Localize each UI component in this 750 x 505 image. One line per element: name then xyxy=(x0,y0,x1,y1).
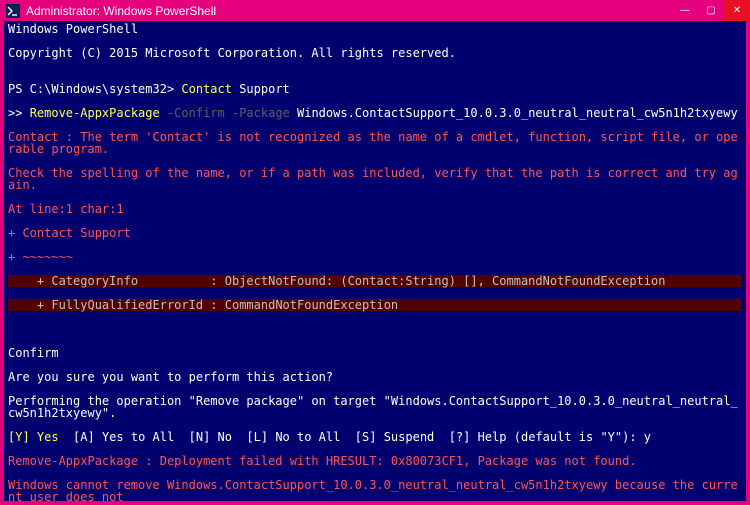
confirm-options: [Y] Yes [A] Yes to All [N] No [L] No to … xyxy=(8,431,742,443)
prompt-line: PS C:\Windows\system32> Contact Support xyxy=(8,83,742,95)
confirm-operation: Performing the operation "Remove package… xyxy=(8,395,742,419)
error-line: At line:1 char:1 xyxy=(8,203,742,215)
confirm-yes: Yes xyxy=(37,430,59,444)
confirm-header: Confirm xyxy=(8,347,742,359)
typed-flags: -Confirm -Package xyxy=(160,106,290,120)
error-line: + Contact Support xyxy=(8,227,742,239)
minimize-icon: — xyxy=(680,5,690,16)
confirm-question: Are you sure you want to perform this ac… xyxy=(8,371,742,383)
continuation-line: >> Remove-AppxPackage -Confirm -Package … xyxy=(8,107,742,119)
error-line: + ~~~~~~~ xyxy=(8,251,742,263)
terminal-area[interactable]: Windows PowerShell Copyright (C) 2015 Mi… xyxy=(4,21,746,501)
banner-line: Copyright (C) 2015 Microsoft Corporation… xyxy=(8,47,742,59)
confirm-rest: [A] Yes to All [N] No [L] No to All [S] … xyxy=(59,430,651,444)
error-line: Contact : The term 'Contact' is not reco… xyxy=(8,131,742,155)
terminal-output: Windows PowerShell Copyright (C) 2015 Mi… xyxy=(8,23,742,501)
maximize-icon: ▢ xyxy=(706,5,715,16)
error-detail-line: + CategoryInfo : ObjectNotFound: (Contac… xyxy=(8,275,742,287)
close-icon: ✕ xyxy=(733,5,741,16)
titlebar[interactable]: Administrator: Windows PowerShell — ▢ ✕ xyxy=(0,0,750,21)
error-line: Windows cannot remove Windows.ContactSup… xyxy=(8,479,742,501)
typed-arg: Support xyxy=(232,82,290,96)
cont-marker: >> xyxy=(8,106,30,120)
powershell-window: Administrator: Windows PowerShell — ▢ ✕ … xyxy=(0,0,750,505)
prompt-prefix: PS C:\Windows\system32> xyxy=(8,82,181,96)
maximize-button[interactable]: ▢ xyxy=(698,0,724,21)
error-line: Check the spelling of the name, or if a … xyxy=(8,167,742,191)
window-title: Administrator: Windows PowerShell xyxy=(26,4,672,18)
typed-command: Contact xyxy=(181,82,232,96)
error-detail-line: + FullyQualifiedErrorId : CommandNotFoun… xyxy=(8,299,742,311)
powershell-icon xyxy=(6,4,20,18)
close-button[interactable]: ✕ xyxy=(724,0,750,21)
error-line: Remove-AppxPackage : Deployment failed w… xyxy=(8,455,742,467)
banner-line: Windows PowerShell xyxy=(8,23,742,35)
typed-command: Remove-AppxPackage xyxy=(30,106,160,120)
window-controls: — ▢ ✕ xyxy=(672,0,750,21)
confirm-bracket-y: [Y] xyxy=(8,430,37,444)
typed-arg: Windows.ContactSupport_10.0.3.0_neutral_… xyxy=(290,106,738,120)
minimize-button[interactable]: — xyxy=(672,0,698,21)
